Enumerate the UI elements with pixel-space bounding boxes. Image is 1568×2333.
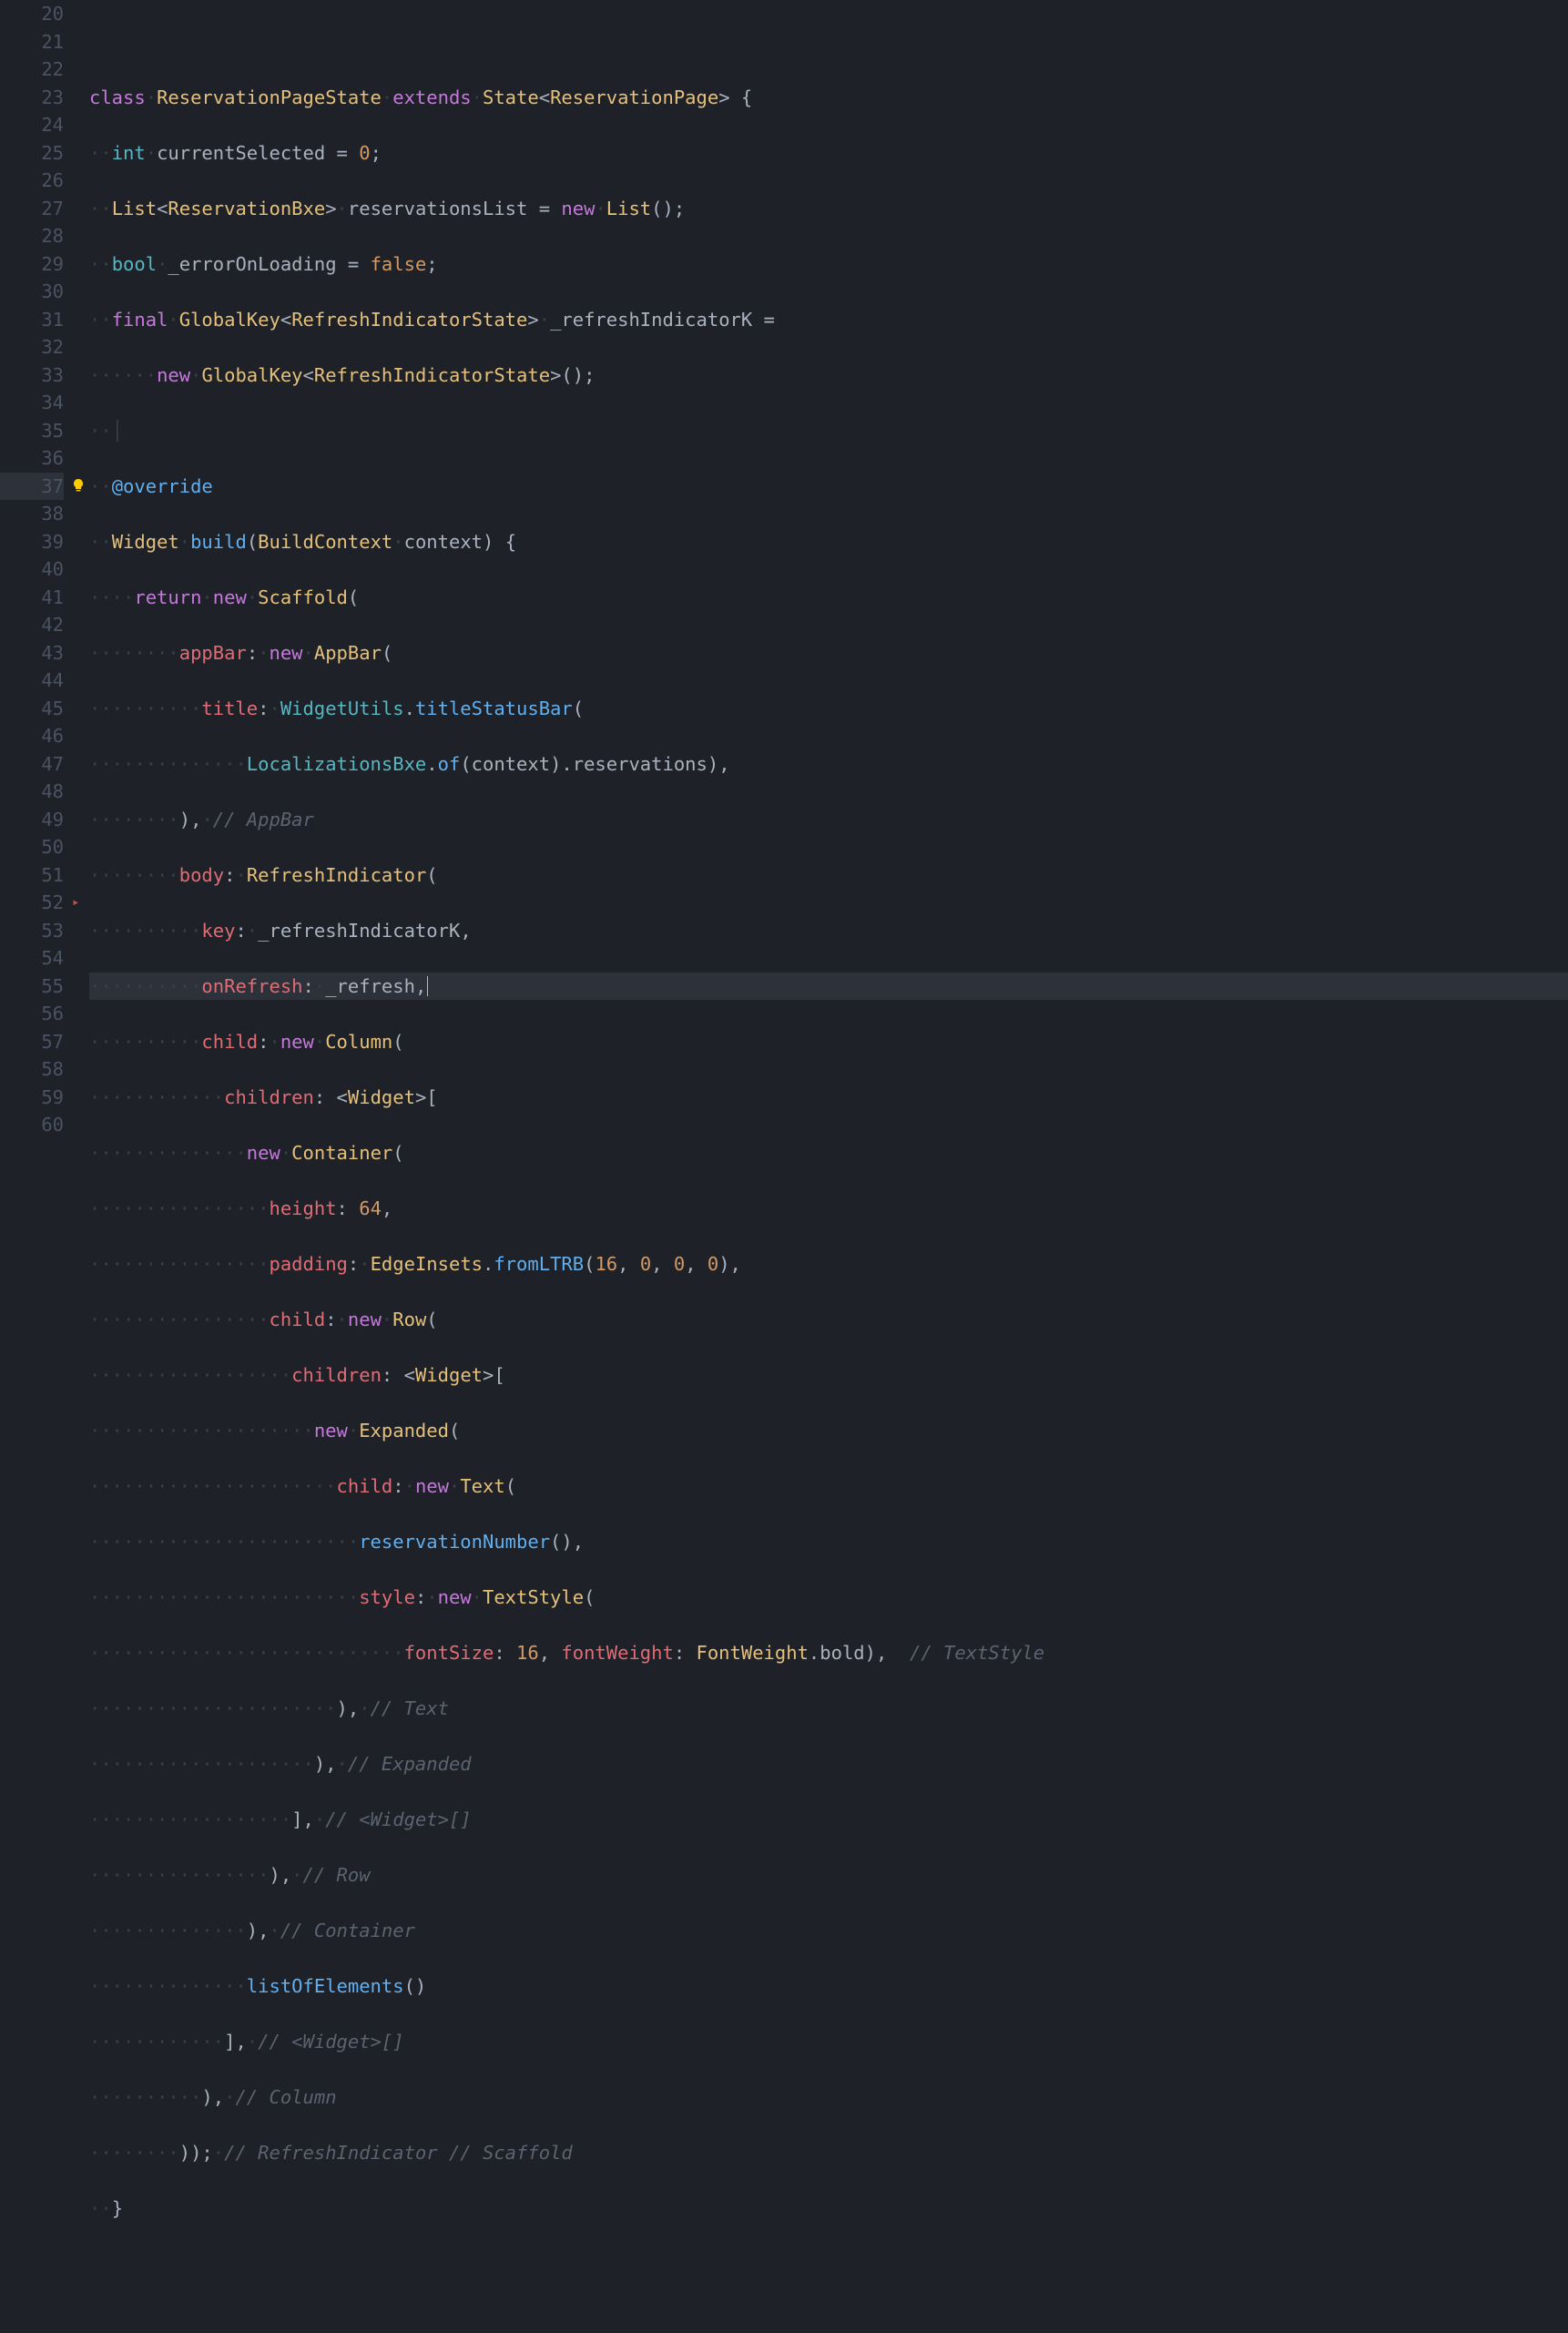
line-number: 41	[0, 584, 64, 612]
code-line[interactable]: ··int·currentSelected = 0;	[89, 139, 1568, 168]
code-line[interactable]: ················child:·new·Row(	[89, 1306, 1568, 1334]
line-number: 34	[0, 389, 64, 417]
line-number: 51	[0, 861, 64, 890]
code-line[interactable]: ························reservationNumbe…	[89, 1528, 1568, 1556]
code-line[interactable]: ··final·GlobalKey<RefreshIndicatorState>…	[89, 306, 1568, 334]
code-line[interactable]: ··········),·// Column	[89, 2083, 1568, 2112]
line-number: 58	[0, 1055, 64, 1084]
line-number: 47	[0, 750, 64, 779]
line-number: 60	[0, 1111, 64, 1139]
code-line[interactable]: ··Widget·build(BuildContext·context) {	[89, 528, 1568, 556]
code-line[interactable]: ········));·// RefreshIndicator // Scaff…	[89, 2139, 1568, 2167]
code-line[interactable]: ············children: <Widget>[	[89, 1084, 1568, 1112]
code-line[interactable]: ········),·// AppBar	[89, 806, 1568, 834]
line-number: 57	[0, 1028, 64, 1056]
line-number: 36	[0, 444, 64, 473]
glyph-margin: ▸	[71, 0, 89, 2333]
code-line[interactable]: ··············LocalizationsBxe.of(contex…	[89, 750, 1568, 779]
code-line[interactable]	[89, 28, 1568, 56]
code-line[interactable]: ····················),·// Expanded	[89, 1750, 1568, 1778]
code-line[interactable]: ················padding:·EdgeInsets.from…	[89, 1250, 1568, 1279]
code-line[interactable]: ··············),·// Container	[89, 1917, 1568, 1945]
code-line[interactable]: ····························fontSize: 16…	[89, 1639, 1568, 1667]
code-line[interactable]	[89, 2250, 1568, 2278]
code-line[interactable]: ························style:·new·TextS…	[89, 1584, 1568, 1612]
line-number: 54	[0, 944, 64, 973]
code-line[interactable]: ··bool·_errorOnLoading = false;	[89, 250, 1568, 279]
line-number: 35	[0, 417, 64, 445]
line-number: 38	[0, 500, 64, 528]
line-number: 59	[0, 1084, 64, 1112]
code-line[interactable]: ····················new·Expanded(	[89, 1417, 1568, 1445]
line-number: 39	[0, 528, 64, 556]
line-number: 29	[0, 250, 64, 279]
line-number: 52	[0, 889, 64, 917]
line-number: 53	[0, 917, 64, 945]
code-line[interactable]: ······················),·// Text	[89, 1695, 1568, 1723]
code-line[interactable]: ······new·GlobalKey<RefreshIndicatorStat…	[89, 362, 1568, 390]
line-number: 42	[0, 611, 64, 639]
line-number: 25	[0, 139, 64, 168]
code-line[interactable]: ··················],·// <Widget>[]	[89, 1806, 1568, 1834]
code-line[interactable]: ··List<ReservationBxe>·reservationsList …	[89, 195, 1568, 223]
line-number: 33	[0, 362, 64, 390]
code-line[interactable]: class·ReservationPageState·extends·State…	[89, 84, 1568, 112]
lightbulb-icon[interactable]	[71, 478, 86, 493]
line-number: 43	[0, 639, 64, 667]
line-number: 55	[0, 973, 64, 1001]
line-number: 49	[0, 806, 64, 834]
line-number: 44	[0, 667, 64, 695]
code-line[interactable]: ··············new·Container(	[89, 1139, 1568, 1167]
code-line[interactable]: ······················child:·new·Text(	[89, 1472, 1568, 1501]
code-line[interactable]: ················),·// Row	[89, 1861, 1568, 1890]
line-number: 20	[0, 0, 64, 28]
line-number: 26	[0, 167, 64, 195]
code-line[interactable]: ··················children: <Widget>[	[89, 1361, 1568, 1390]
code-line[interactable]: ··········key:·_refreshIndicatorK,	[89, 917, 1568, 945]
line-number: 22	[0, 56, 64, 84]
code-area[interactable]: class·ReservationPageState·extends·State…	[89, 0, 1568, 2333]
line-number: 56	[0, 1000, 64, 1028]
code-line[interactable]: ··}	[89, 2195, 1568, 2223]
code-line[interactable]: ········appBar:·new·AppBar(	[89, 639, 1568, 667]
line-number: 32	[0, 333, 64, 362]
code-line[interactable]: ··············listOfElements()	[89, 1972, 1568, 2001]
line-number: 40	[0, 555, 64, 584]
text-cursor	[427, 976, 428, 996]
code-line[interactable]: ··│	[89, 417, 1568, 445]
line-number: 28	[0, 222, 64, 250]
code-line[interactable]: ··········title:·WidgetUtils.titleStatus…	[89, 695, 1568, 723]
line-number: 37	[0, 473, 64, 501]
line-number-gutter: 20 21 22 23 24 25 26 27 28 29 30 31 32 3…	[0, 0, 71, 2333]
code-line[interactable]: ················height: 64,	[89, 1195, 1568, 1223]
line-number: 45	[0, 695, 64, 723]
code-line-active[interactable]: ··········onRefresh:·_refresh,	[89, 973, 1568, 1001]
line-number: 21	[0, 28, 64, 56]
code-line[interactable]: ········body:·RefreshIndicator(	[89, 861, 1568, 890]
code-editor[interactable]: 20 21 22 23 24 25 26 27 28 29 30 31 32 3…	[0, 0, 1568, 2333]
code-line[interactable]: ············],·// <Widget>[]	[89, 2028, 1568, 2056]
line-number: 48	[0, 778, 64, 806]
code-line[interactable]: ··········child:·new·Column(	[89, 1028, 1568, 1056]
line-number: 27	[0, 195, 64, 223]
code-line[interactable]: ····return·new·Scaffold(	[89, 584, 1568, 612]
line-number: 23	[0, 84, 64, 112]
line-number: 31	[0, 306, 64, 334]
line-number: 50	[0, 833, 64, 861]
line-number: 46	[0, 722, 64, 750]
marker-icon: ▸	[72, 889, 79, 917]
line-number: 30	[0, 278, 64, 306]
code-line[interactable]: ··@override	[89, 473, 1568, 501]
line-number: 24	[0, 111, 64, 139]
